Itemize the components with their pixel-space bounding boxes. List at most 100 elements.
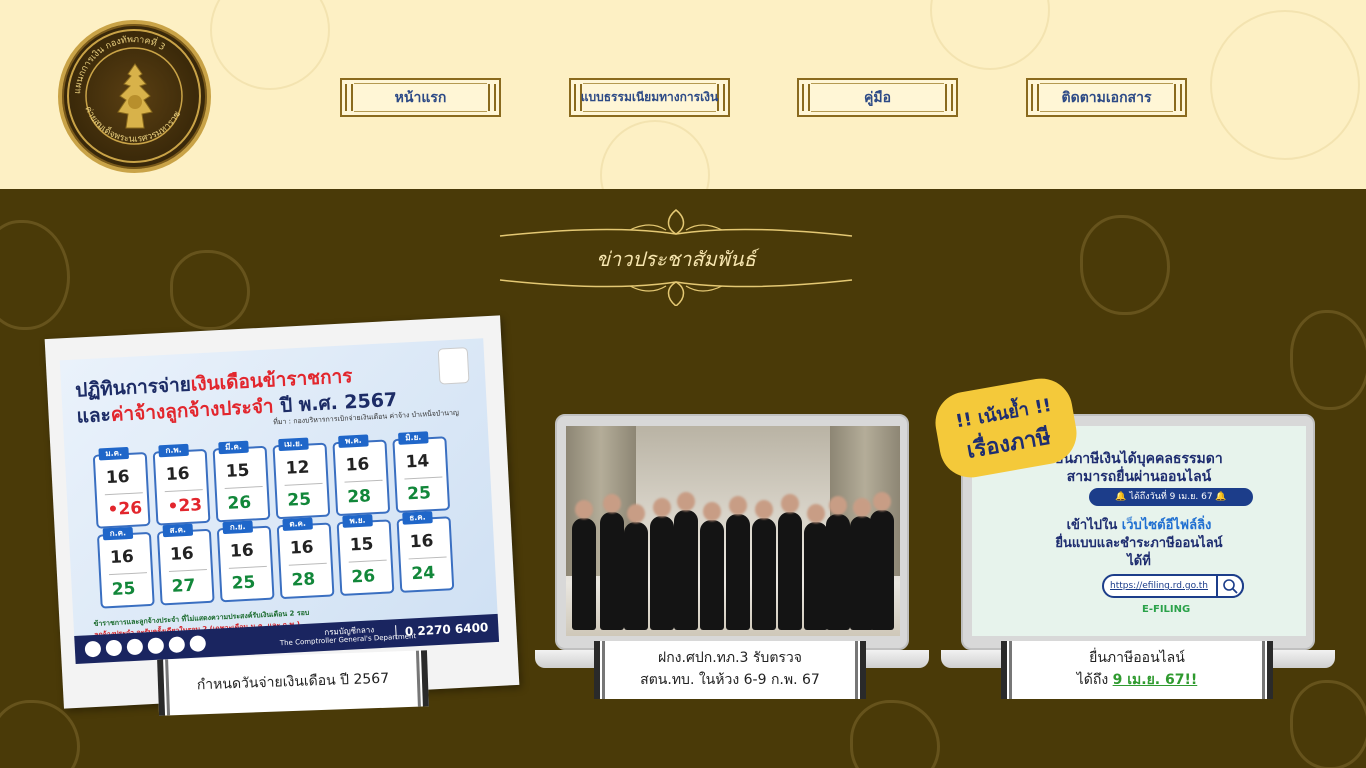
nav-home-button[interactable]: หน้าแรก (340, 78, 501, 117)
inspection-group-photo (566, 426, 900, 636)
nav-financial-forms-label: แบบธรรมเนียมทางการเงิน (580, 90, 719, 104)
photo-person (726, 496, 750, 630)
round2-day: 27 (171, 575, 196, 597)
background-ornament (600, 120, 710, 189)
month-name: ม.ค. (98, 446, 130, 461)
calendar-month-tile: มี.ค. 15 26 (212, 440, 271, 523)
background-ornament (850, 700, 940, 768)
round1-day: 16 (229, 540, 255, 562)
photo-person (778, 494, 802, 630)
background-ornament (930, 0, 1050, 70)
month-name: ต.ค. (282, 517, 313, 531)
month-name: พ.ย. (342, 514, 373, 528)
round2-day: •26 (107, 498, 143, 521)
news-card-salary-calendar[interactable]: ปฏิทินการจ่ายเงินเดือนข้าราชการ และค่าจ้… (44, 315, 520, 709)
background-ornament (0, 220, 70, 330)
search-icon (1216, 574, 1244, 598)
calendar-month-tile: ก.ค. 16 25 (96, 526, 155, 609)
calendar-month-tile: พ.ค. 16 28 (332, 434, 391, 517)
round1-day: 15 (225, 460, 250, 482)
background-ornament (1290, 680, 1366, 768)
month-name: ส.ค. (162, 523, 194, 538)
month-name: ธ.ค. (402, 511, 433, 525)
laptop-screen (555, 414, 909, 650)
efiling-line2: สามารถยื่นผ่านออนไลน์ (1066, 469, 1212, 485)
photo-person (700, 502, 724, 630)
round1-day: 16 (289, 537, 315, 559)
calendar-month-tile: ต.ค. 16 28 (276, 517, 335, 600)
nav-manual-button[interactable]: คู่มือ (797, 78, 958, 117)
month-name: พ.ค. (338, 434, 369, 448)
round2-day: 26 (226, 492, 252, 514)
photo-person (674, 492, 698, 630)
efiling-line5: ได้ที่ (1127, 554, 1151, 569)
calendar-month-tile: ส.ค. 16 27 (156, 523, 215, 606)
round1-day: 14 (405, 451, 430, 473)
round2-day: 25 (231, 572, 256, 594)
efiling-url-bar: https://efiling.rd.go.th (1102, 574, 1244, 598)
round1-day: 16 (345, 454, 370, 476)
nav-track-documents-button[interactable]: ติดตามเอกสาร (1026, 78, 1187, 117)
background-ornament (170, 250, 250, 330)
round1-day: 16 (409, 531, 434, 553)
round2-day: 25 (406, 483, 432, 505)
background-ornament (1290, 310, 1366, 410)
calendar-month-tile: มิ.ย. 14 25 (392, 431, 451, 514)
round2-day: 28 (346, 486, 372, 508)
nav-manual-label: คู่มือ (863, 89, 891, 106)
photo-person (624, 504, 648, 630)
nav-home-label: หน้าแรก (394, 89, 447, 106)
youtube-icon (147, 637, 165, 655)
photo-person (752, 500, 776, 630)
calendar-month-tile: พ.ย. 15 26 (336, 514, 395, 597)
round2-day: 28 (291, 569, 316, 591)
calendar-month-grid: ม.ค. 16 •26 ก.พ. 16 •23 มี.ค. 15 26 เม.ย. 12 25 พ.ค.… (60, 338, 483, 609)
round1-day: 16 (165, 463, 191, 486)
month-name: ก.พ. (158, 443, 189, 458)
photo-person (600, 494, 624, 630)
site-logo[interactable]: แผนกการเงิน กองทัพภาคที่ 3 ค่ายสมเด็จพระ… (58, 20, 211, 173)
salary-calendar-image: ปฏิทินการจ่ายเงินเดือนข้าราชการ และค่าจ้… (59, 338, 499, 655)
site-header: แผนกการเงิน กองทัพภาคที่ 3 ค่ายสมเด็จพระ… (0, 0, 1366, 189)
social-icons (84, 635, 207, 658)
background-ornament (210, 0, 330, 90)
photo-person (572, 500, 596, 630)
calendar-month-tile: ก.ย. 16 25 (216, 520, 275, 603)
efiling-deadline-pill: 🔔 ได้ถึงวันที่ 9 เม.ย. 67 🔔 (1089, 488, 1253, 506)
month-name: เม.ย. (278, 437, 309, 452)
news-caption-tax-efiling[interactable]: ยื่นภาษีออนไลน์ ได้ถึง 9 เม.ย. 67!! (1001, 641, 1273, 699)
round2-day: 25 (111, 578, 137, 600)
month-name: ก.ย. (222, 520, 254, 535)
month-name: มี.ค. (218, 440, 249, 455)
photo-person (804, 504, 828, 630)
efiling-url: https://efiling.rd.go.th (1110, 581, 1209, 591)
nav-financial-forms-button[interactable]: แบบธรรมเนียมทางการเงิน (569, 78, 730, 117)
photo-person (870, 492, 894, 630)
background-ornament (0, 700, 80, 768)
efiling-brand: E-FILING (1142, 604, 1191, 615)
elephant-emblem-icon (117, 63, 153, 129)
month-name: มิ.ย. (398, 431, 429, 445)
round2-day: •23 (167, 495, 203, 517)
round1-day: 16 (105, 466, 131, 489)
background-ornament (1080, 215, 1170, 315)
round1-day: 12 (285, 457, 310, 479)
month-name: ก.ค. (102, 526, 134, 541)
news-card-inspection[interactable] (535, 414, 929, 668)
threads-icon (168, 636, 186, 654)
globe-icon (189, 635, 207, 652)
round1-day: 16 (169, 543, 195, 565)
news-caption-salary-calendar[interactable]: กำหนดวันจ่ายเงินเดือน ปี 2567 (157, 650, 429, 716)
photo-person (650, 498, 674, 630)
round2-day: 24 (410, 563, 436, 585)
news-caption-inspection[interactable]: ฝกง.ศปก.ทภ.3 รับตรวจ สตน.ทบ. ในห้วง 6-9 … (594, 641, 866, 699)
tax-deadline-link[interactable]: 9 เม.ย. 67!! (1113, 672, 1198, 688)
photo-person (826, 496, 850, 630)
nav-track-documents-label: ติดตามเอกสาร (1061, 89, 1152, 106)
x-icon (126, 638, 144, 656)
background-ornament (1210, 10, 1360, 160)
department-phone: 0 2270 6400 (395, 620, 489, 640)
calendar-month-tile: ม.ค. 16 •26 (92, 446, 151, 529)
round1-day: 15 (349, 534, 375, 556)
instagram-icon (105, 639, 123, 657)
